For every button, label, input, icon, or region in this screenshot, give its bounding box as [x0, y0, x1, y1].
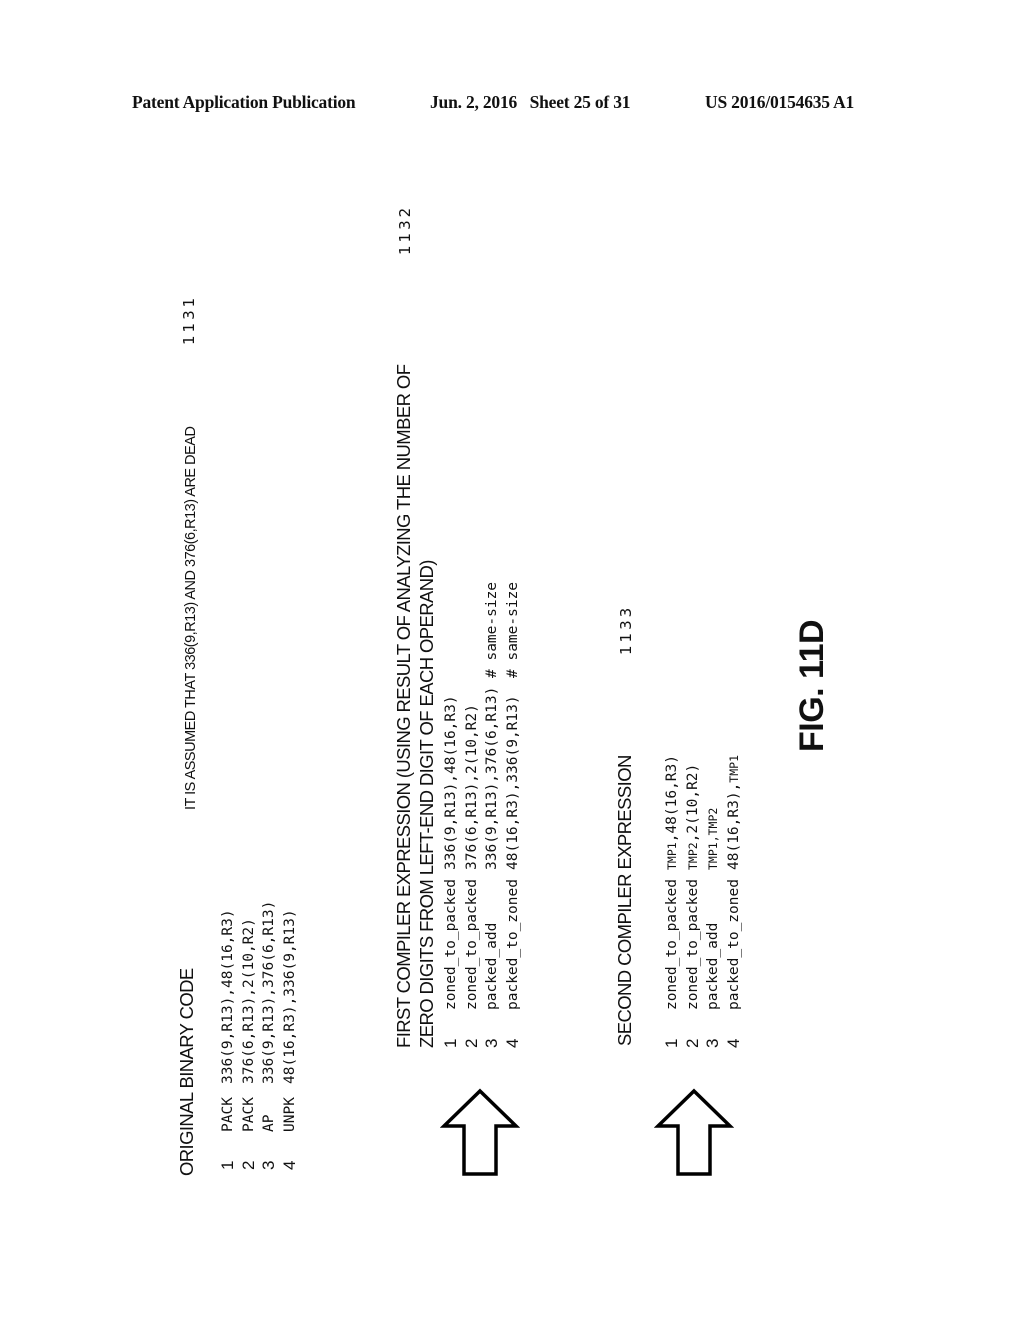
- code-row: 3 packed_add TMP1,TMP2: [703, 755, 724, 1048]
- dead-operands-note: IT IS ASSUMED THAT 336(9,R13) AND 376(6,…: [183, 426, 199, 810]
- function-name: packed_to_zoned: [725, 879, 742, 1010]
- operands: ,2(10,R2): [684, 763, 701, 843]
- original-binary-code-title: ORIGINAL BINARY CODE: [176, 968, 197, 1176]
- line-number: 3: [482, 1038, 501, 1048]
- line-number: 1: [218, 1160, 237, 1170]
- opcode: PACK: [240, 1097, 257, 1132]
- code-row: 3 packed_add 336(9,R13),376(6,R13) # same-s…: [482, 582, 503, 1048]
- line-number: 3: [703, 1038, 722, 1048]
- line-number: 3: [259, 1160, 278, 1170]
- code-row: 2 zoned_to_packed TMP2,2(10,R2): [683, 755, 704, 1048]
- operands: 336(9,R13),48(16,R3): [443, 695, 459, 870]
- patent-number: US 2016/0154635 A1: [705, 92, 855, 112]
- function-name: packed_add: [705, 922, 721, 1010]
- operands: 48(16,R3),336(9,R13): [504, 695, 521, 870]
- reference-1133: 1133: [617, 604, 635, 655]
- code-row: 1 PACK 336(9,R13),48(16,R3): [218, 901, 239, 1170]
- operands: 336(9,R13),376(6,R13): [484, 686, 500, 870]
- line-number: 4: [279, 1160, 299, 1170]
- line-number: 2: [682, 1038, 702, 1048]
- operands: 336(9,R13),376(6,R13): [261, 900, 277, 1084]
- opcode: AP: [261, 1114, 277, 1132]
- code-row: 4 packed_to_zoned 48(16,R3),336(9,R13) # sa…: [503, 582, 524, 1048]
- code-row: 2 PACK 376(6,R13),2(10,R2): [239, 901, 260, 1170]
- code-row: 3 AP 336(9,R13),376(6,R13): [259, 901, 280, 1170]
- comment: # same-size: [504, 581, 521, 678]
- function-name: zoned_to_packed: [664, 879, 680, 1010]
- code-row: 1 zoned_to_packed 336(9,R13),48(16,R3): [441, 582, 462, 1048]
- temp-operand: TMP1: [726, 754, 741, 783]
- operands: 48(16,R3),: [725, 782, 742, 870]
- function-name: zoned_to_packed: [684, 879, 701, 1010]
- up-arrow-icon: [654, 1088, 734, 1176]
- opcode: UNPK: [281, 1097, 298, 1132]
- up-arrow-icon: [440, 1088, 520, 1176]
- function-name: zoned_to_packed: [463, 879, 480, 1010]
- line-number: 1: [441, 1038, 460, 1048]
- first-compiler-expression-title-line1: FIRST COMPILER EXPRESSION (USING RESULT …: [393, 364, 414, 1048]
- line-number: 1: [662, 1038, 681, 1048]
- operands: 336(9,R13),48(16,R3): [220, 909, 236, 1084]
- first-compiler-expression-title-line2: ZERO DIGITS FROM LEFT-END DIGIT OF EACH …: [416, 560, 437, 1048]
- publication-label: Patent Application Publication: [132, 92, 356, 112]
- operands: 48(16,R3),336(9,R13): [281, 909, 298, 1084]
- opcode: PACK: [220, 1097, 236, 1132]
- second-code-listing: 1 zoned_to_packed TMP1,48(16,R3) 2 zoned_to…: [662, 755, 744, 1048]
- code-row: 1 zoned_to_packed TMP1,48(16,R3): [662, 755, 683, 1048]
- operands: ,48(16,R3): [664, 754, 680, 843]
- line-number: 4: [502, 1038, 522, 1048]
- code-row: 4 UNPK 48(16,R3),336(9,R13): [280, 901, 301, 1170]
- operands: 376(6,R13),2(10,R2): [240, 918, 257, 1084]
- temp-operand: TMP2: [685, 842, 700, 870]
- temp-operand: TMP1: [665, 842, 679, 870]
- reference-1131: 1131: [180, 294, 198, 345]
- date-sheet-label: Jun. 2, 2016 Sheet 25 of 31: [430, 92, 631, 112]
- temp-operand: TMP1,TMP2: [706, 807, 720, 870]
- figure-label: FIG. 11D: [793, 619, 831, 752]
- line-number: 2: [461, 1038, 481, 1048]
- function-name: zoned_to_packed: [443, 879, 459, 1010]
- reference-1132: 1132: [396, 204, 414, 255]
- function-name: packed_add: [484, 922, 500, 1010]
- comment: # same-size: [484, 581, 500, 678]
- line-number: 4: [723, 1038, 743, 1048]
- code-row: 4 packed_to_zoned 48(16,R3), TMP1: [724, 755, 745, 1048]
- code-row: 2 zoned_to_packed 376(6,R13),2(10,R2): [462, 582, 483, 1048]
- function-name: packed_to_zoned: [504, 879, 521, 1010]
- operands: 376(6,R13),2(10,R2): [463, 704, 480, 870]
- first-code-listing: 1 zoned_to_packed 336(9,R13),48(16,R3) 2 zo…: [441, 582, 523, 1048]
- second-compiler-expression-title: SECOND COMPILER EXPRESSION: [614, 755, 635, 1046]
- original-code-listing: 1 PACK 336(9,R13),48(16,R3) 2 PACK 376(6,R13…: [218, 901, 300, 1170]
- line-number: 2: [238, 1160, 258, 1170]
